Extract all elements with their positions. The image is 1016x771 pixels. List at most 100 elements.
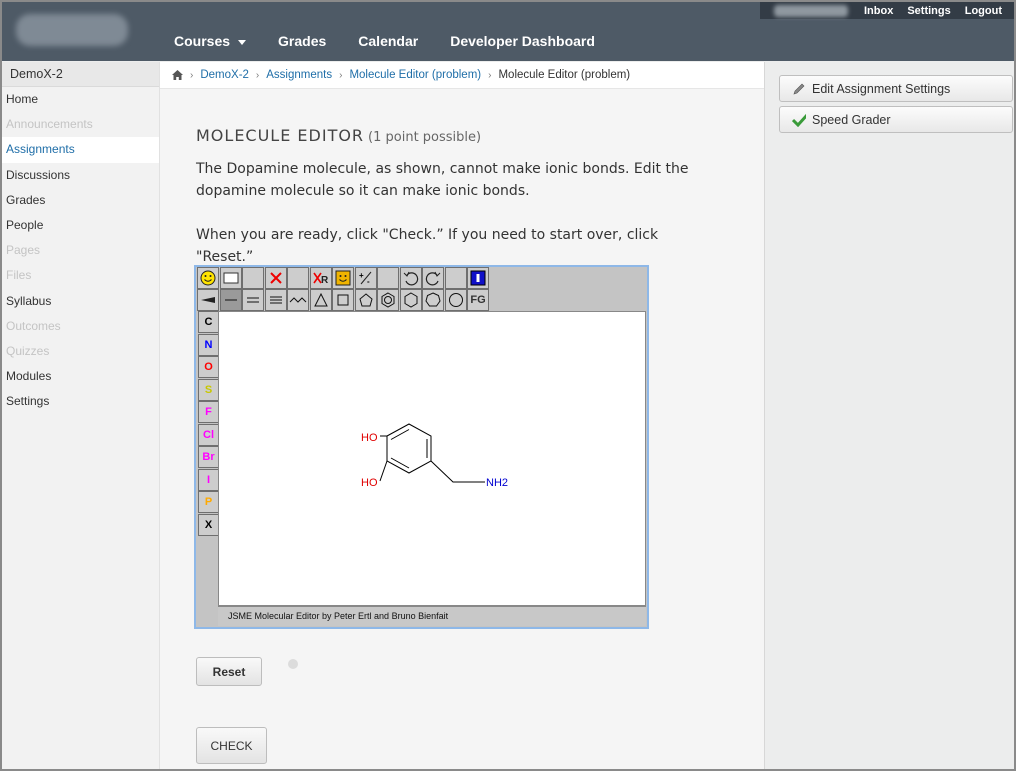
sidebar-item-people[interactable]: People xyxy=(2,213,159,238)
wedge-bond-icon[interactable] xyxy=(197,289,219,311)
smiley-icon[interactable] xyxy=(197,267,219,289)
atom-button-cl[interactable]: Cl xyxy=(198,423,219,446)
problem-title: MOLECULE EDITOR (1 point possible) xyxy=(196,126,481,145)
atom-button-i[interactable]: I xyxy=(198,468,219,491)
sidebar-item-syllabus[interactable]: Syllabus xyxy=(2,289,159,314)
sidebar-list: Home Announcements Assignments Discussions G… xyxy=(2,87,159,414)
sidebar-item-outcomes[interactable]: Outcomes xyxy=(2,314,159,339)
sidebar-item-quizzes[interactable]: Quizzes xyxy=(2,339,159,364)
atom-button-p[interactable]: P xyxy=(198,491,219,513)
nav-calendar[interactable]: Calendar xyxy=(358,33,418,49)
atom-button-c[interactable]: C xyxy=(198,311,219,333)
double-bond-icon[interactable] xyxy=(242,289,264,311)
problem-points: (1 point possible) xyxy=(368,130,482,145)
settings-link[interactable]: Settings xyxy=(907,5,950,17)
ring3-icon[interactable] xyxy=(309,289,332,311)
edit-assignment-settings-label: Edit Assignment Settings xyxy=(812,81,951,96)
logout-link[interactable]: Logout xyxy=(965,5,1002,17)
ring6-icon[interactable] xyxy=(399,289,422,311)
charge-icon[interactable]: + - xyxy=(354,267,377,289)
right-sidebar: Edit Assignment Settings Speed Grader xyxy=(764,62,1014,769)
info-icon[interactable] xyxy=(467,267,489,289)
amine-label: NH2 xyxy=(486,477,508,489)
sidebar-item-discussions[interactable]: Discussions xyxy=(2,163,159,188)
sidebar-item-settings[interactable]: Settings xyxy=(2,389,159,414)
breadcrumb-separator-icon: › xyxy=(255,69,260,81)
home-icon[interactable] xyxy=(172,70,183,80)
delete-icon[interactable] xyxy=(264,267,287,289)
breadcrumb-separator-icon: › xyxy=(190,69,194,81)
editor-toolbar-row1: R + - xyxy=(197,267,490,289)
breadcrumb: › DemoX-2 › Assignments › Molecule Edito… xyxy=(160,62,764,89)
reset-button[interactable]: Reset xyxy=(196,657,262,686)
nav-grades[interactable]: Grades xyxy=(278,33,326,49)
breadcrumb-problem[interactable]: Molecule Editor (problem) xyxy=(349,69,481,81)
editor-status-bar: JSME Molecular Editor by Peter Ertl and … xyxy=(218,606,646,626)
breadcrumb-current: Molecule Editor (problem) xyxy=(498,69,631,81)
empty-tool-button[interactable] xyxy=(377,267,399,289)
main-content: › DemoX-2 › Assignments › Molecule Edito… xyxy=(160,62,764,769)
sidebar-item-modules[interactable]: Modules xyxy=(2,364,159,389)
atom-button-f[interactable]: F xyxy=(198,401,219,423)
atom-button-br[interactable]: Br xyxy=(198,446,219,468)
nav-courses-label: Courses xyxy=(174,33,231,49)
dopamine-structure: HO HO NH2 xyxy=(361,423,508,489)
undo-icon[interactable] xyxy=(399,267,422,289)
atom-button-x[interactable]: X xyxy=(198,513,219,536)
nav-developer-dashboard[interactable]: Developer Dashboard xyxy=(450,33,595,49)
svg-text:+: + xyxy=(359,271,364,280)
breadcrumb-separator-icon: › xyxy=(488,69,492,81)
chevron-down-icon xyxy=(238,39,247,45)
problem-description: The Dopamine molecule, as shown, cannot … xyxy=(196,161,689,199)
sidebar-item-files[interactable]: Files xyxy=(2,263,159,288)
atom-button-s[interactable]: S xyxy=(198,378,219,401)
delete-group-icon[interactable]: R xyxy=(309,267,332,289)
main-nav: Courses Grades Calendar Developer Dashbo… xyxy=(174,33,627,49)
utility-bar: Inbox Settings Logout xyxy=(760,2,1014,19)
speed-grader-button[interactable]: Speed Grader xyxy=(779,106,1013,133)
browser-frame: Inbox Settings Logout Courses Grades Cal… xyxy=(0,0,1016,771)
sidebar-item-assignments[interactable]: Assignments xyxy=(2,137,159,163)
hydroxyl-label-2: HO xyxy=(361,477,378,489)
edit-assignment-settings-button[interactable]: Edit Assignment Settings xyxy=(779,75,1013,102)
course-sidebar: DemoX-2 Home Announcements Assignments Disc… xyxy=(2,62,160,769)
breadcrumb-separator-icon: › xyxy=(339,69,343,81)
editor-toolbar-row2: FG xyxy=(197,289,490,311)
new-document-icon[interactable] xyxy=(219,267,242,289)
editor-canvas[interactable]: HO HO NH2 xyxy=(218,311,646,606)
redo-icon[interactable] xyxy=(422,267,444,289)
sidebar-item-pages[interactable]: Pages xyxy=(2,238,159,263)
empty-tool-button[interactable] xyxy=(242,267,264,289)
check-button[interactable]: CHECK xyxy=(196,727,267,764)
sidebar-item-grades[interactable]: Grades xyxy=(2,188,159,213)
single-bond-icon[interactable] xyxy=(219,289,242,311)
course-title[interactable]: DemoX-2 xyxy=(2,62,159,87)
sidebar-item-announcements[interactable]: Announcements xyxy=(2,112,159,137)
nav-courses[interactable]: Courses xyxy=(174,33,247,49)
loading-indicator xyxy=(288,659,298,669)
ring7-icon[interactable] xyxy=(422,289,444,311)
institution-logo[interactable] xyxy=(16,14,128,46)
ring8-icon[interactable] xyxy=(444,289,467,311)
triple-bond-icon[interactable] xyxy=(264,289,287,311)
ring5-icon[interactable] xyxy=(354,289,377,311)
ring4-icon[interactable] xyxy=(332,289,354,311)
pencil-icon xyxy=(792,82,806,96)
empty-tool-button[interactable] xyxy=(287,267,309,289)
breadcrumb-assignments[interactable]: Assignments xyxy=(266,69,332,81)
svg-text:R: R xyxy=(321,275,329,285)
sidebar-item-home[interactable]: Home xyxy=(2,87,159,112)
breadcrumb-course[interactable]: DemoX-2 xyxy=(200,69,249,81)
user-name-blurred[interactable] xyxy=(774,5,848,17)
chain-icon[interactable] xyxy=(287,289,309,311)
template-smiley-icon[interactable] xyxy=(332,267,354,289)
molecule-editor: R + - FG C N O S F Cl Br I P X HO HO NH2… xyxy=(194,265,649,629)
atom-button-n[interactable]: N xyxy=(198,333,219,356)
empty-tool-button[interactable] xyxy=(444,267,467,289)
problem-title-text: MOLECULE EDITOR xyxy=(196,126,365,145)
benzene-icon[interactable] xyxy=(377,289,399,311)
inbox-link[interactable]: Inbox xyxy=(864,5,893,17)
atom-button-o[interactable]: O xyxy=(198,356,219,378)
functional-group-button[interactable]: FG xyxy=(467,289,489,311)
speed-grader-label: Speed Grader xyxy=(812,112,891,127)
